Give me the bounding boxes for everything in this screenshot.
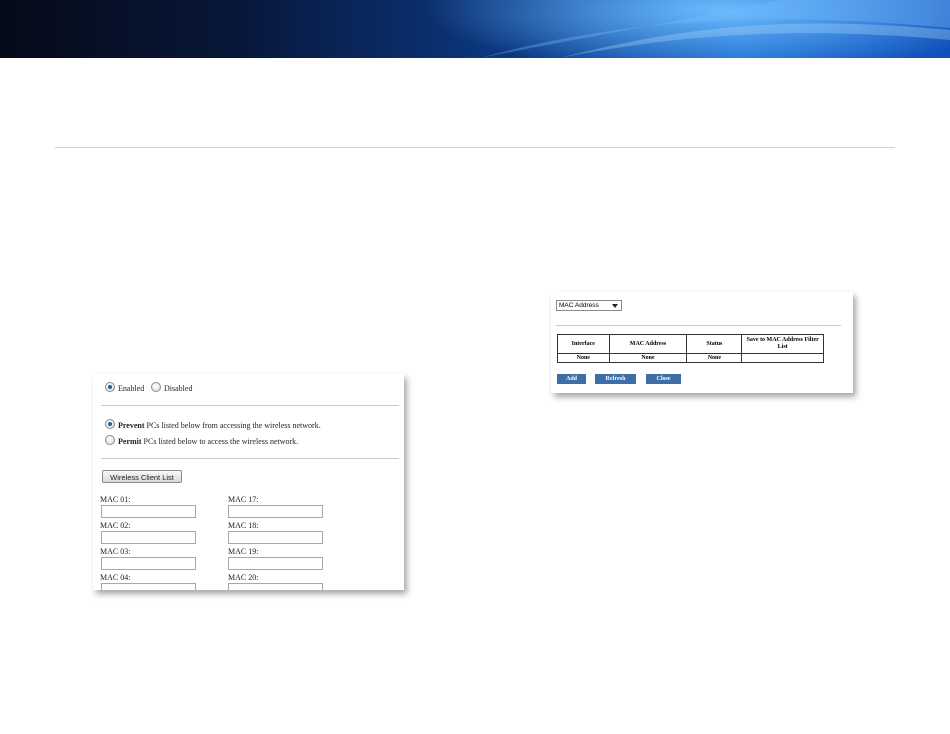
mac-19-input[interactable]	[228, 557, 323, 570]
table-cell	[741, 353, 824, 363]
table-cell: None	[557, 353, 610, 363]
mac-02-label: MAC 02:	[100, 521, 131, 530]
permit-radio[interactable]	[105, 435, 115, 445]
client-table: Interface MAC Address Status Save to MAC…	[557, 334, 824, 363]
column-header: Save to MAC Address Filter List	[741, 334, 824, 354]
wireless-mac-filter-screenshot: Enabled Disabled Prevent PCs listed belo…	[93, 374, 404, 590]
wireless-client-list-button[interactable]: Wireless Client List	[102, 470, 182, 483]
refresh-button[interactable]: Refresh	[595, 374, 636, 384]
wireless-client-list-screenshot: MAC Address Interface MAC Address Status…	[551, 292, 853, 393]
enabled-radio[interactable]	[105, 382, 115, 392]
prevent-option-label: Prevent PCs listed below from accessing …	[118, 421, 321, 430]
table-row: None None None	[557, 353, 824, 363]
disabled-label: Disabled	[164, 384, 193, 393]
mac-20-label: MAC 20:	[228, 573, 259, 582]
divider	[556, 325, 841, 326]
mac-17-input[interactable]	[228, 505, 323, 518]
mac-18-label: MAC 18:	[228, 521, 259, 530]
mac-18-input[interactable]	[228, 531, 323, 544]
sort-by-value: MAC Address	[559, 302, 599, 309]
permit-keyword: Permit	[118, 437, 142, 446]
divider-2	[101, 458, 399, 459]
prevent-radio[interactable]	[105, 419, 115, 429]
disabled-radio[interactable]	[151, 382, 161, 392]
mac-02-input[interactable]	[101, 531, 196, 544]
add-button[interactable]: Add	[557, 374, 586, 384]
table-cell: None	[686, 353, 743, 363]
divider-1	[101, 405, 399, 406]
mac-17-label: MAC 17:	[228, 495, 259, 504]
mac-01-label: MAC 01:	[100, 495, 131, 504]
banner-swoosh	[480, 0, 950, 58]
table-cell: None	[608, 353, 688, 363]
mac-03-label: MAC 03:	[100, 547, 131, 556]
mac-03-input[interactable]	[101, 557, 196, 570]
permit-option-label: Permit PCs listed below to access the wi…	[118, 437, 298, 446]
mac-01-input[interactable]	[101, 505, 196, 518]
permit-text: PCs listed below to access the wireless …	[143, 437, 299, 446]
mac-19-label: MAC 19:	[228, 547, 259, 556]
mac-04-label: MAC 04:	[100, 573, 131, 582]
sort-by-select[interactable]: MAC Address	[556, 300, 622, 311]
prevent-text: PCs listed below from accessing the wire…	[146, 421, 321, 430]
mac-20-input[interactable]	[228, 583, 323, 590]
column-header: MAC Address	[608, 334, 688, 354]
table-header-row: Interface MAC Address Status Save to MAC…	[557, 334, 824, 354]
column-header: Interface	[557, 334, 610, 354]
enabled-label: Enabled	[118, 384, 145, 393]
column-header: Status	[686, 334, 743, 354]
mac-04-input[interactable]	[101, 583, 196, 590]
close-button[interactable]: Close	[646, 374, 681, 384]
header-banner	[0, 0, 950, 58]
section-divider	[55, 147, 895, 148]
prevent-keyword: Prevent	[118, 421, 145, 430]
chevron-down-icon	[612, 304, 618, 308]
